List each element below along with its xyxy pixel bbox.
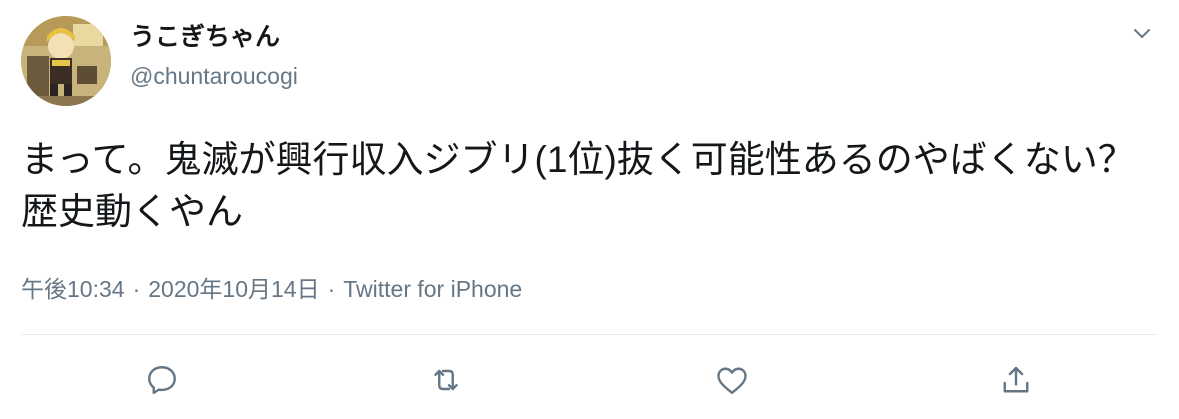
share-icon (1003, 366, 1029, 393)
tweet-time[interactable]: 午後10:34 (21, 276, 125, 302)
retweet-icon (434, 369, 458, 391)
display-name[interactable]: うこぎちゃん (130, 22, 280, 52)
tweet-source[interactable]: Twitter for iPhone (343, 276, 522, 302)
action-bar (0, 358, 1179, 404)
reply-button[interactable] (140, 358, 184, 402)
avatar-image (21, 16, 111, 106)
retweet-button[interactable] (424, 358, 468, 402)
heart-icon (717, 367, 747, 394)
divider (21, 334, 1158, 335)
share-button[interactable] (994, 358, 1038, 402)
chevron-down-icon[interactable] (1128, 20, 1156, 48)
meta-separator: · (327, 276, 336, 302)
tweet-text: まって。鬼滅が興行収入ジブリ(1位)抜く可能性あるのやばくない？歴史動くやん (21, 139, 1135, 232)
tweet-date[interactable]: 2020年10月14日 (148, 276, 319, 302)
tweet-metadata: 午後10:34 · 2020年10月14日 · Twitter for iPhone (21, 273, 522, 305)
meta-separator: · (132, 276, 141, 302)
like-button[interactable] (710, 358, 754, 402)
tweet-card: うこぎちゃん @chuntaroucogi まって。鬼滅が興行収入ジブリ(1位)… (0, 0, 1179, 419)
reply-icon (148, 366, 176, 395)
user-handle[interactable]: @chuntaroucogi (130, 62, 298, 90)
avatar[interactable] (21, 16, 111, 106)
